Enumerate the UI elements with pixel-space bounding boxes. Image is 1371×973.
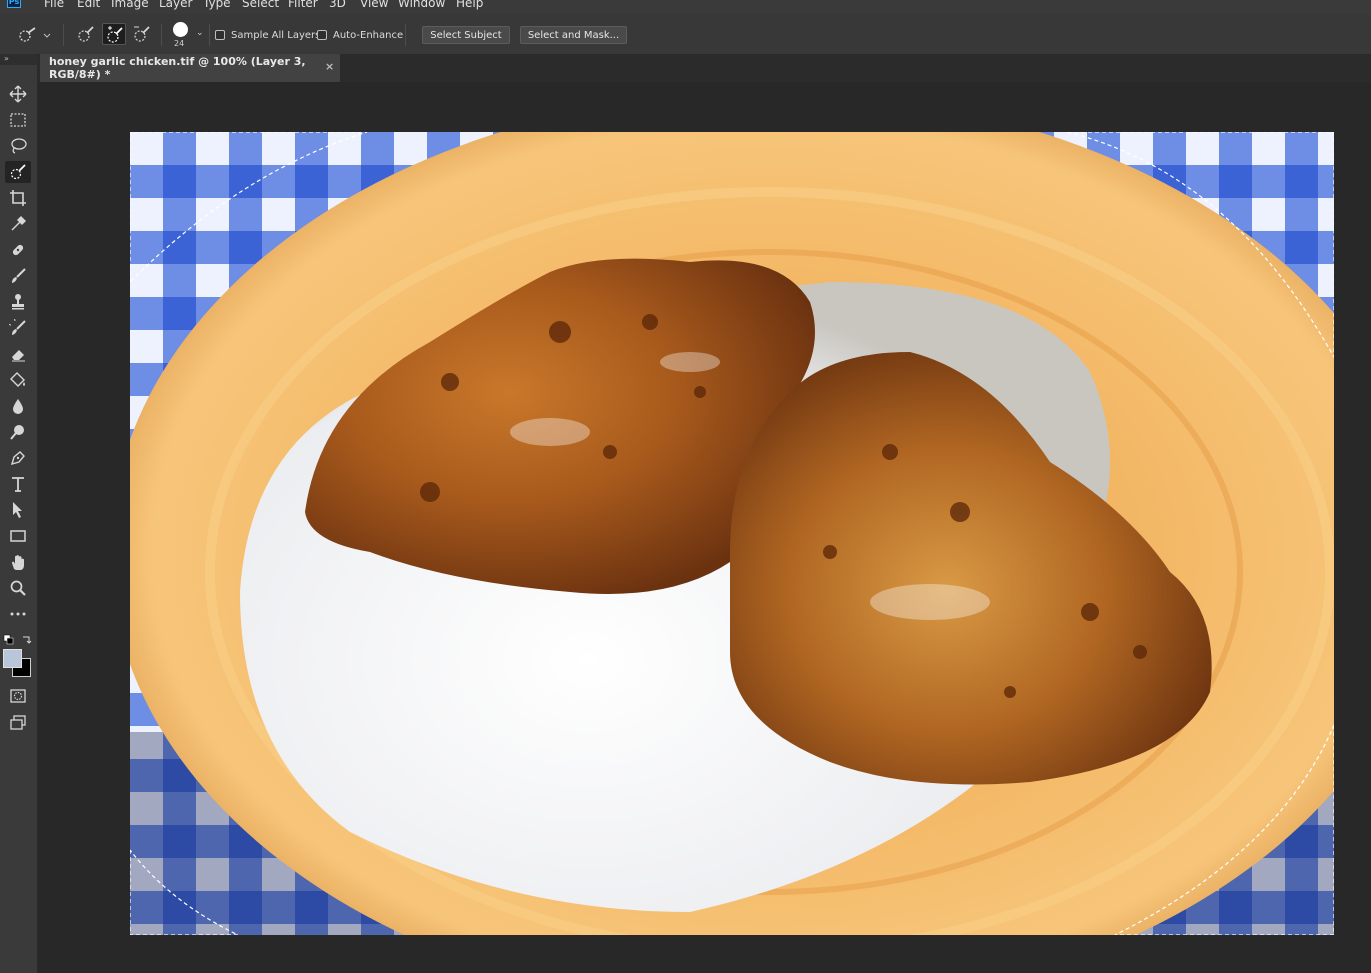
canvas-area[interactable] xyxy=(38,82,1371,973)
move-tool[interactable] xyxy=(5,83,31,105)
menu-image[interactable]: Image xyxy=(111,0,149,11)
quick-selection-tool[interactable] xyxy=(5,161,31,183)
eraser-tool[interactable] xyxy=(5,343,31,365)
eraser-icon xyxy=(12,350,25,362)
blur-drop-icon xyxy=(13,399,23,414)
paint-bucket-tool[interactable] xyxy=(5,369,31,391)
select-subject-button[interactable]: Select Subject xyxy=(422,26,510,44)
brush-size-preview[interactable] xyxy=(173,22,188,37)
clone-stamp-tool[interactable] xyxy=(5,291,31,313)
foreground-color-swatch[interactable] xyxy=(3,649,22,668)
history-brush-tool[interactable] xyxy=(5,317,31,339)
menu-view[interactable]: View xyxy=(360,0,388,11)
hand-tool[interactable] xyxy=(5,551,31,573)
paint-bucket-icon xyxy=(10,372,25,387)
select-and-mask-button[interactable]: Select and Mask... xyxy=(520,26,627,44)
menu-edit[interactable]: Edit xyxy=(77,0,100,11)
document-tab[interactable]: honey garlic chicken.tif @ 100% (Layer 3… xyxy=(40,54,340,82)
brush-size-value: 24 xyxy=(174,39,185,48)
new-selection-button[interactable] xyxy=(74,23,98,45)
document-tab-bar: honey garlic chicken.tif @ 100% (Layer 3… xyxy=(38,54,1371,82)
dodge-icon xyxy=(10,425,24,440)
quick-mask-button[interactable] xyxy=(5,685,31,707)
rectangular-marquee-tool[interactable] xyxy=(5,109,31,131)
crop-icon xyxy=(10,190,26,206)
menu-filter[interactable]: Filter xyxy=(288,0,318,11)
quick-mask-icon xyxy=(10,689,26,703)
menu-type[interactable]: Type xyxy=(203,0,231,11)
menu-file[interactable]: File xyxy=(44,0,64,11)
quick-selection-preset-icon xyxy=(19,27,51,42)
type-tool[interactable] xyxy=(5,473,31,495)
ellipsis-icon xyxy=(10,612,26,616)
quick-selection-icon xyxy=(10,164,26,180)
panel-collapse-chevrons-icon[interactable]: » xyxy=(0,54,38,65)
subtract-from-selection-icon xyxy=(134,26,150,42)
options-separator xyxy=(63,24,64,46)
menu-help[interactable]: Help xyxy=(456,0,483,11)
default-colors-icon[interactable] xyxy=(3,634,35,646)
options-bar: 24 ⌄ Sample All Layers Auto-Enhance Sele… xyxy=(0,14,1371,55)
document-tab-title: honey garlic chicken.tif @ 100% (Layer 3… xyxy=(49,55,306,81)
healing-brush-tool[interactable] xyxy=(5,239,31,261)
options-separator xyxy=(209,24,210,46)
menu-window[interactable]: Window xyxy=(398,0,445,11)
dodge-tool[interactable] xyxy=(5,421,31,443)
more-tools-button[interactable] xyxy=(5,603,31,625)
brush-picker-chevron-down-icon[interactable]: ⌄ xyxy=(196,28,204,38)
zoom-tool[interactable] xyxy=(5,577,31,599)
add-to-selection-icon xyxy=(107,26,123,43)
auto-enhance-label: Auto-Enhance xyxy=(333,29,404,41)
history-brush-icon xyxy=(9,319,26,335)
screen-mode-icon xyxy=(10,715,26,730)
options-separator xyxy=(161,24,162,46)
healing-brush-icon xyxy=(12,244,24,256)
sample-all-layers-checkbox[interactable]: Sample All Layers xyxy=(215,28,320,42)
subtract-from-selection-button[interactable] xyxy=(130,23,154,45)
rectangle-icon xyxy=(10,530,26,542)
brush-icon xyxy=(12,268,26,283)
rectangle-tool[interactable] xyxy=(5,525,31,547)
move-icon xyxy=(9,85,27,103)
path-selection-arrow-icon xyxy=(13,502,22,518)
lasso-tool[interactable] xyxy=(5,135,31,157)
pen-icon xyxy=(10,451,25,466)
lasso-icon xyxy=(11,138,27,154)
brush-tool[interactable] xyxy=(5,265,31,287)
close-tab-icon[interactable]: × xyxy=(325,60,334,73)
checkbox-box[interactable] xyxy=(215,30,225,40)
type-icon xyxy=(12,477,24,492)
menu-3d[interactable]: 3D xyxy=(329,0,346,11)
new-selection-icon xyxy=(78,26,94,42)
zoom-magnifier-icon xyxy=(10,580,26,596)
hand-icon xyxy=(12,555,24,570)
default-swap-colors xyxy=(3,631,35,646)
eyedropper-tool[interactable] xyxy=(5,213,31,235)
document-canvas-image[interactable] xyxy=(130,132,1334,935)
sample-all-layers-label: Sample All Layers xyxy=(231,29,321,41)
pen-tool[interactable] xyxy=(5,447,31,469)
tools-panel xyxy=(0,65,38,973)
add-to-selection-button[interactable] xyxy=(102,23,126,45)
crop-tool[interactable] xyxy=(5,187,31,209)
options-separator xyxy=(405,24,406,46)
tool-preset-picker[interactable] xyxy=(16,26,52,44)
menu-select[interactable]: Select xyxy=(242,0,279,11)
photoshop-logo: Ps xyxy=(7,0,21,8)
auto-enhance-checkbox[interactable]: Auto-Enhance xyxy=(317,28,403,42)
blur-tool[interactable] xyxy=(5,395,31,417)
screen-mode-button[interactable] xyxy=(5,711,31,733)
clone-stamp-icon xyxy=(12,294,24,310)
checkbox-box[interactable] xyxy=(317,30,327,40)
menu-bar: Ps File Edit Image Layer Type Select Fil… xyxy=(0,0,1371,14)
marquee-icon xyxy=(10,113,26,127)
eyedropper-icon xyxy=(11,216,26,231)
menu-layer[interactable]: Layer xyxy=(159,0,192,11)
path-selection-tool[interactable] xyxy=(5,499,31,521)
